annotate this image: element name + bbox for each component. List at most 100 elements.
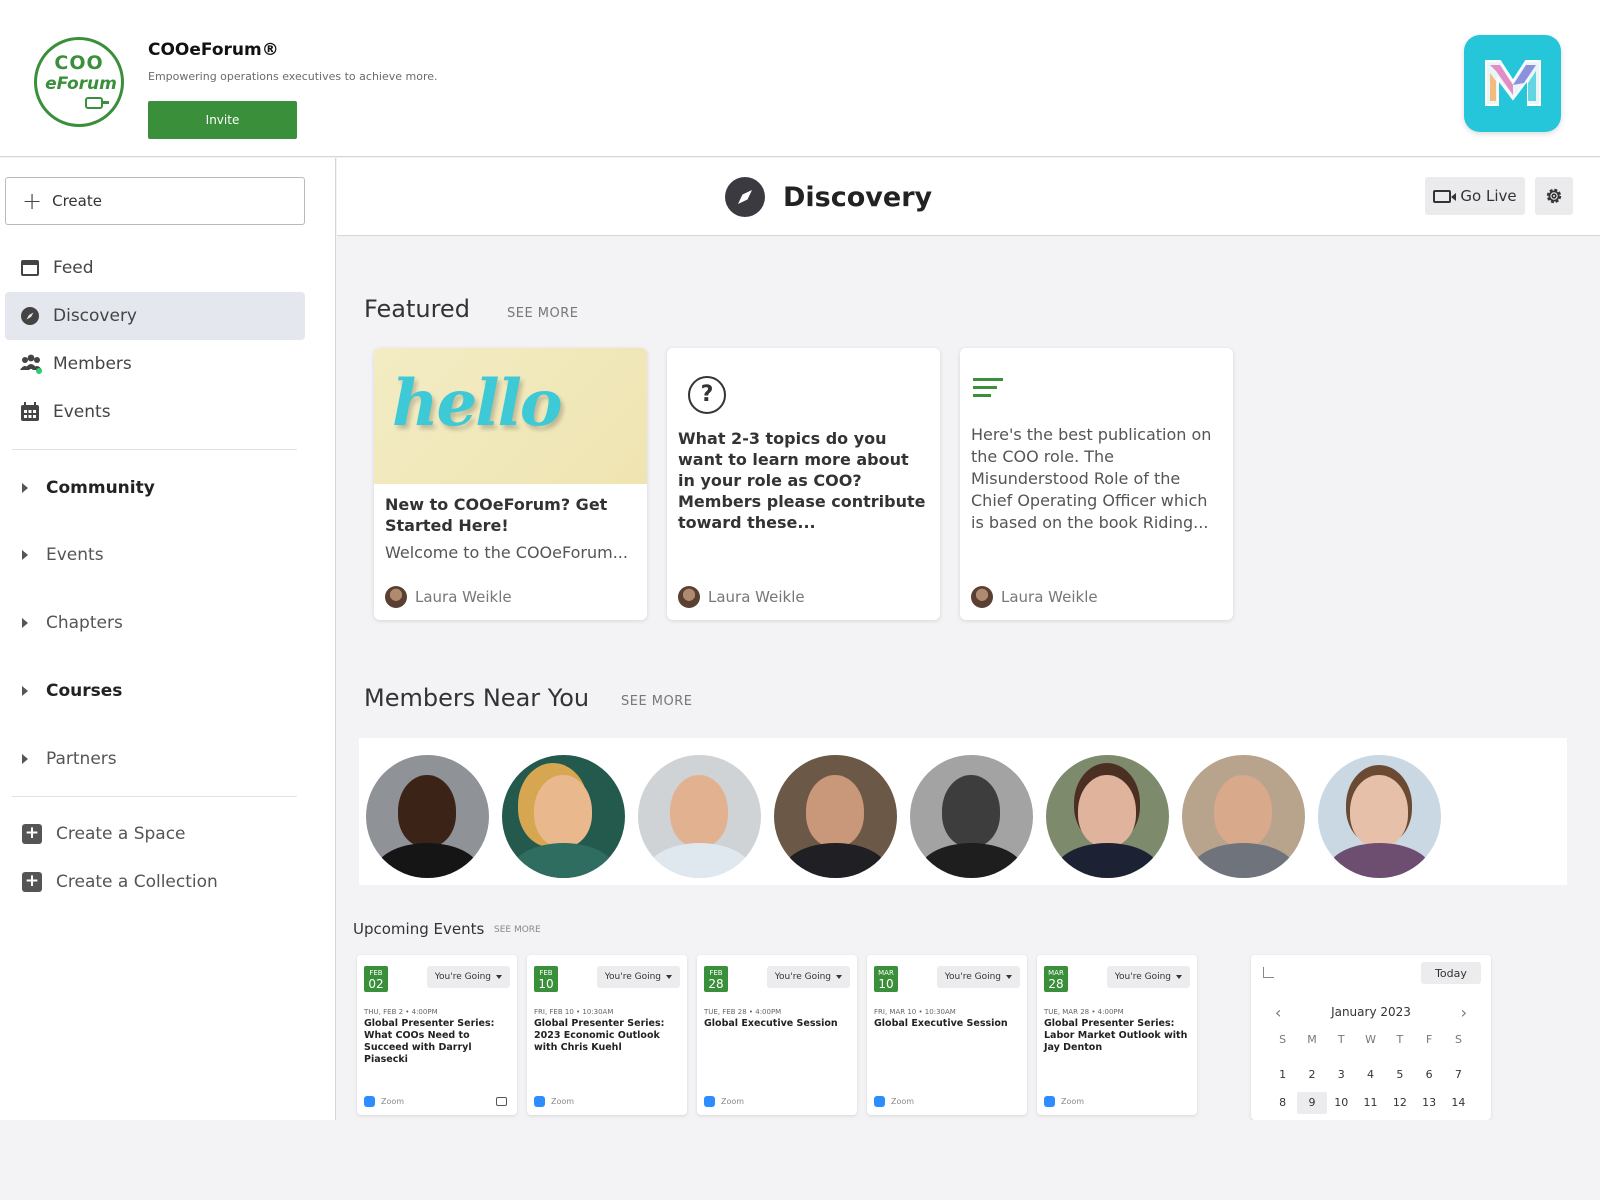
caret-down-icon <box>666 975 672 979</box>
event-card[interactable]: MAR 28 You're Going TUE, MAR 28 • 4:00PM … <box>1037 955 1197 1115</box>
event-title: Global Presenter Series: What COOs Need … <box>364 1018 495 1065</box>
featured-card[interactable]: ? What 2-3 topics do you want to learn m… <box>667 348 940 620</box>
event-card[interactable]: FEB 10 You're Going FRI, FEB 10 • 10:30AM… <box>527 955 687 1115</box>
rsvp-dropdown[interactable]: You're Going <box>596 966 680 988</box>
card-description: Here's the best publication on the COO r… <box>971 425 1212 532</box>
sidebar-group-community[interactable]: Community <box>22 473 155 503</box>
member-avatar[interactable] <box>910 755 1033 878</box>
member-avatar[interactable] <box>638 755 761 878</box>
feed-icon <box>19 257 41 279</box>
sidebar-item-discovery[interactable]: Discovery <box>5 292 305 340</box>
rsvp-dropdown[interactable]: You're Going <box>766 966 850 988</box>
event-location: Zoom <box>704 1096 744 1107</box>
expand-icon[interactable] <box>1263 967 1274 978</box>
mighty-app-icon[interactable] <box>1464 35 1561 132</box>
caret-down-icon <box>1176 975 1182 979</box>
event-title: Global Presenter Series: Labor Market Ou… <box>1044 1018 1188 1053</box>
zoom-icon <box>874 1096 885 1107</box>
card-description: Welcome to the COOeForum... <box>385 543 628 562</box>
event-card[interactable]: FEB 28 You're Going TUE, FEB 28 • 4:00PM … <box>697 955 857 1115</box>
top-header: COO eForum COOeForum® Empowering operati… <box>0 0 1600 157</box>
sidebar-item-feed[interactable]: Feed <box>5 244 305 292</box>
card-author[interactable]: Laura Weikle <box>971 585 1098 609</box>
event-location: Zoom <box>874 1096 914 1107</box>
zoom-icon <box>1044 1096 1055 1107</box>
create-space-link[interactable]: + Create a Space <box>22 819 186 849</box>
plus-icon: + <box>22 187 43 215</box>
event-location: Zoom <box>1044 1096 1084 1107</box>
settings-button[interactable] <box>1535 177 1573 215</box>
event-datetime: FRI, MAR 10 • 10:30AM <box>874 1008 956 1016</box>
rsvp-dropdown[interactable]: You're Going <box>426 966 510 988</box>
compass-icon <box>19 305 41 327</box>
sidebar-item-events[interactable]: Events <box>5 388 305 436</box>
member-avatar[interactable] <box>366 755 489 878</box>
caret-right-icon <box>22 483 28 493</box>
create-collection-link[interactable]: + Create a Collection <box>22 867 218 897</box>
caret-down-icon <box>836 975 842 979</box>
members-see-more-link[interactable]: SEE MORE <box>621 694 693 709</box>
calendar-week-row[interactable]: 1234567 <box>1268 1064 1473 1086</box>
selected-day: 9 <box>1297 1092 1327 1114</box>
event-datetime: TUE, FEB 28 • 4:00PM <box>704 1008 782 1016</box>
caret-right-icon <box>22 618 28 628</box>
question-icon: ? <box>688 376 726 414</box>
caret-right-icon <box>22 754 28 764</box>
upcoming-see-more-link[interactable]: SEE MORE <box>494 925 541 935</box>
member-avatar[interactable] <box>1318 755 1441 878</box>
go-live-button[interactable]: Go Live <box>1425 177 1525 215</box>
text-post-icon <box>973 378 1005 406</box>
caret-down-icon <box>496 975 502 979</box>
event-date-badge: MAR 28 <box>1044 966 1068 992</box>
sidebar-item-members[interactable]: Members <box>5 340 305 388</box>
calendar-week-row[interactable]: 8 9 10 11 12 13 14 <box>1268 1092 1473 1114</box>
page-title: Discovery <box>725 176 932 218</box>
event-location: Zoom <box>364 1096 404 1107</box>
plug-icon <box>85 97 109 109</box>
chevron-right-icon[interactable]: › <box>1461 1003 1467 1022</box>
sidebar-divider <box>12 796 297 797</box>
event-card[interactable]: MAR 10 You're Going FRI, MAR 10 • 10:30AM… <box>867 955 1027 1115</box>
calendar-icon <box>19 401 41 423</box>
members-strip <box>359 738 1567 885</box>
caret-right-icon <box>22 550 28 560</box>
sidebar-group-events[interactable]: Events <box>22 540 104 570</box>
rsvp-dropdown[interactable]: You're Going <box>936 966 1020 988</box>
comment-icon[interactable] <box>496 1097 507 1106</box>
featured-see-more-link[interactable]: SEE MORE <box>507 306 579 321</box>
rsvp-dropdown[interactable]: You're Going <box>1106 966 1190 988</box>
member-avatar[interactable] <box>774 755 897 878</box>
event-datetime: TUE, MAR 28 • 4:00PM <box>1044 1008 1124 1016</box>
left-sidebar: + Create Feed Discovery Members Events C… <box>0 158 336 1120</box>
event-card[interactable]: FEB 02 You're Going THU, FEB 2 • 4:00PM G… <box>357 955 517 1115</box>
card-author[interactable]: Laura Weikle <box>385 585 512 609</box>
featured-card[interactable]: Here's the best publication on the COO r… <box>960 348 1233 620</box>
caret-right-icon <box>22 686 28 696</box>
zoom-icon <box>704 1096 715 1107</box>
add-square-icon: + <box>22 824 42 844</box>
coo-eforum-logo[interactable]: COO eForum <box>34 37 124 127</box>
invite-button[interactable]: Invite <box>148 101 297 139</box>
card-author[interactable]: Laura Weikle <box>678 585 805 609</box>
m-logo-icon <box>1485 60 1541 106</box>
member-avatar[interactable] <box>1046 755 1169 878</box>
featured-heading: Featured <box>364 295 470 323</box>
members-near-heading: Members Near You <box>364 684 590 712</box>
video-camera-icon <box>1433 189 1457 203</box>
members-icon <box>19 353 42 375</box>
sidebar-group-partners[interactable]: Partners <box>22 744 117 774</box>
create-button[interactable]: + Create <box>5 177 305 225</box>
member-avatar[interactable] <box>502 755 625 878</box>
card-title: What 2-3 topics do you want to learn mor… <box>678 429 926 532</box>
calendar-month-label: January 2023 <box>1331 1005 1411 1019</box>
avatar <box>678 586 700 608</box>
featured-card[interactable]: hello New to COOeForum? Get Started Here… <box>374 348 647 620</box>
community-tagline: Empowering operations executives to achi… <box>148 70 438 83</box>
sidebar-group-chapters[interactable]: Chapters <box>22 608 123 638</box>
sidebar-divider <box>12 449 297 450</box>
member-avatar[interactable] <box>1182 755 1305 878</box>
event-title: Global Executive Session <box>874 1018 1008 1029</box>
caret-down-icon <box>1006 975 1012 979</box>
sidebar-group-courses[interactable]: Courses <box>22 676 122 706</box>
today-button[interactable]: Today <box>1421 962 1481 984</box>
